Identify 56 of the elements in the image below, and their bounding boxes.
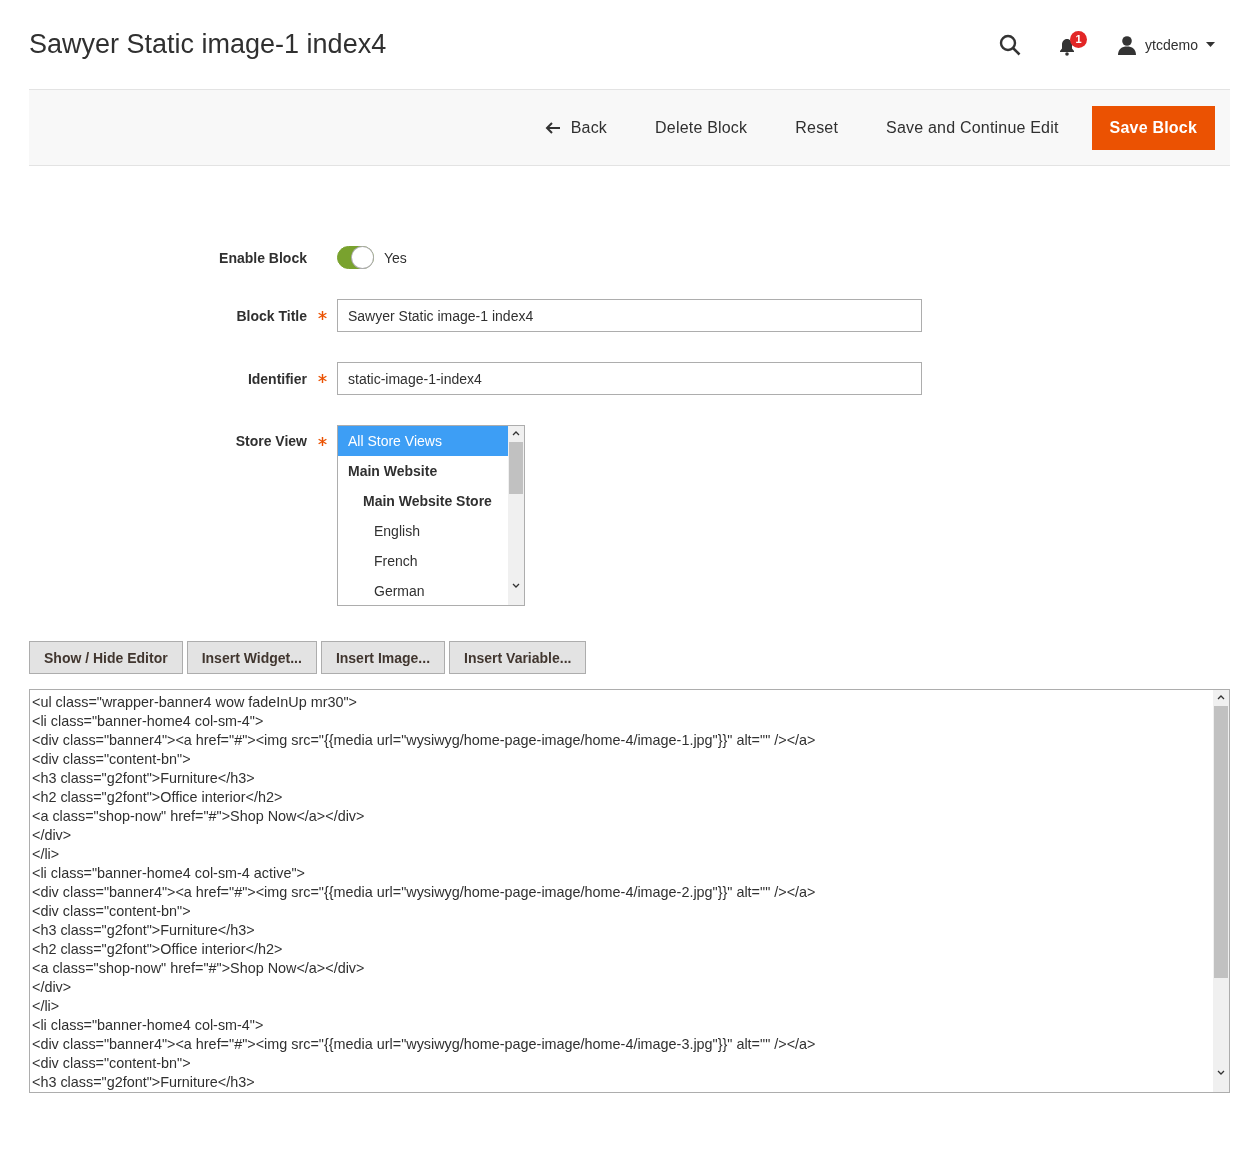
editor-button[interactable]: Insert Variable... — [449, 641, 587, 674]
user-menu[interactable]: ytcdemo — [1117, 34, 1215, 55]
listbox-option[interactable]: English — [338, 516, 508, 546]
code-line: <li class="banner-home4 col-sm-4"> — [32, 712, 265, 731]
listbox-option[interactable]: Main Website Store — [338, 486, 508, 516]
scrollbar-thumb[interactable] — [509, 442, 523, 494]
code-line: <div class="banner4"><a href="#"><img src="{{media url="wysiwyg/home-page-image/home-4/image-1.jpg"}}" alt="" /></a> — [32, 731, 817, 750]
code-line: </li> — [32, 997, 61, 1016]
code-line: <div class="banner4"><a href="#"><img src="{{media url="wysiwyg/home-page-image/home-4/image-2.jpg"}}" alt="" /></a> — [32, 883, 817, 902]
code-line: <h3 class="g2font">Furniture</h3> — [32, 921, 256, 940]
save-block-button[interactable]: Save Block — [1091, 105, 1215, 150]
code-line: <div class="content-bn"> — [32, 750, 192, 769]
notification-badge: 1 — [1070, 30, 1088, 48]
page-title: Sawyer Static image-1 index4 — [29, 29, 388, 60]
arrow-left-icon — [544, 121, 561, 134]
bell-icon — [1059, 37, 1076, 56]
scrollbar-thumb[interactable] — [1214, 706, 1228, 978]
toolbar-button[interactable]: Delete Block — [640, 106, 763, 149]
search-icon[interactable] — [999, 33, 1022, 56]
code-line: <div class="banner4"><a href="#"><img src="{{media url="wysiwyg/home-page-image/home-4/image-3.jpg"}}" alt="" /></a> — [32, 1035, 817, 1054]
toggle-label: Yes — [384, 249, 407, 266]
code-line: </div> — [32, 978, 73, 997]
field-label: Identifier — [247, 370, 307, 387]
code-line: <a class="shop-now" href="#">Shop Now</a></div> — [32, 807, 366, 826]
code-line: <h2 class="g2font">Office interior</h2> — [32, 788, 284, 807]
toolbar-button[interactable]: Save and Continue Edit — [871, 106, 1074, 149]
code-line: <a class="shop-now" href="#">Shop Now</a></div> — [32, 959, 366, 978]
field-label: Enable Block — [219, 249, 307, 266]
editor-button[interactable]: Show / Hide Editor — [29, 641, 183, 674]
notifications-button[interactable]: 1 — [1057, 30, 1092, 59]
code-line: <h2 class="g2font">Office interior</h2> — [32, 940, 284, 959]
back-button[interactable]: Back — [529, 106, 623, 149]
field-label: Store View — [235, 433, 307, 449]
code-line: <div class="content-bn"> — [32, 1054, 192, 1073]
store-view-listbox[interactable]: All Store Views Main Website Main Website Store English French German — [337, 425, 525, 606]
input-field[interactable]: Sawyer Static image-1 index4 — [337, 299, 922, 332]
code-line: <li class="banner-home4 col-sm-4 active"> — [32, 864, 306, 883]
code-line: <div class="content-bn"> — [32, 902, 192, 921]
toolbar-button[interactable]: Reset — [780, 106, 854, 149]
caret-icon — [1206, 42, 1215, 47]
code-line: <h3 class="g2font">Furniture</h3> — [32, 769, 256, 788]
code-line: <li class="banner-home4 col-sm-4"> — [32, 1016, 265, 1035]
input-field[interactable]: static-image-1-index4 — [337, 362, 922, 395]
field-label: Block Title — [236, 307, 307, 324]
code-line: </div> — [32, 826, 73, 845]
code-line: <h3 class="g2font">Furniture</h3> — [32, 1073, 256, 1092]
code-textarea[interactable] — [29, 689, 1230, 1093]
code-line: </li> — [32, 845, 61, 864]
editor-button[interactable]: Insert Image... — [320, 641, 446, 674]
listbox-option[interactable]: Main Website — [338, 456, 508, 486]
user-icon — [1117, 34, 1138, 55]
editor-button[interactable]: Insert Widget... — [186, 641, 317, 674]
code-line: <ul class="wrapper-banner4 wow fadeInUp mr30"> — [32, 693, 358, 712]
listbox-option[interactable]: French — [338, 546, 508, 576]
toggle-switch[interactable] — [337, 246, 374, 269]
listbox-option[interactable]: German — [338, 576, 508, 606]
